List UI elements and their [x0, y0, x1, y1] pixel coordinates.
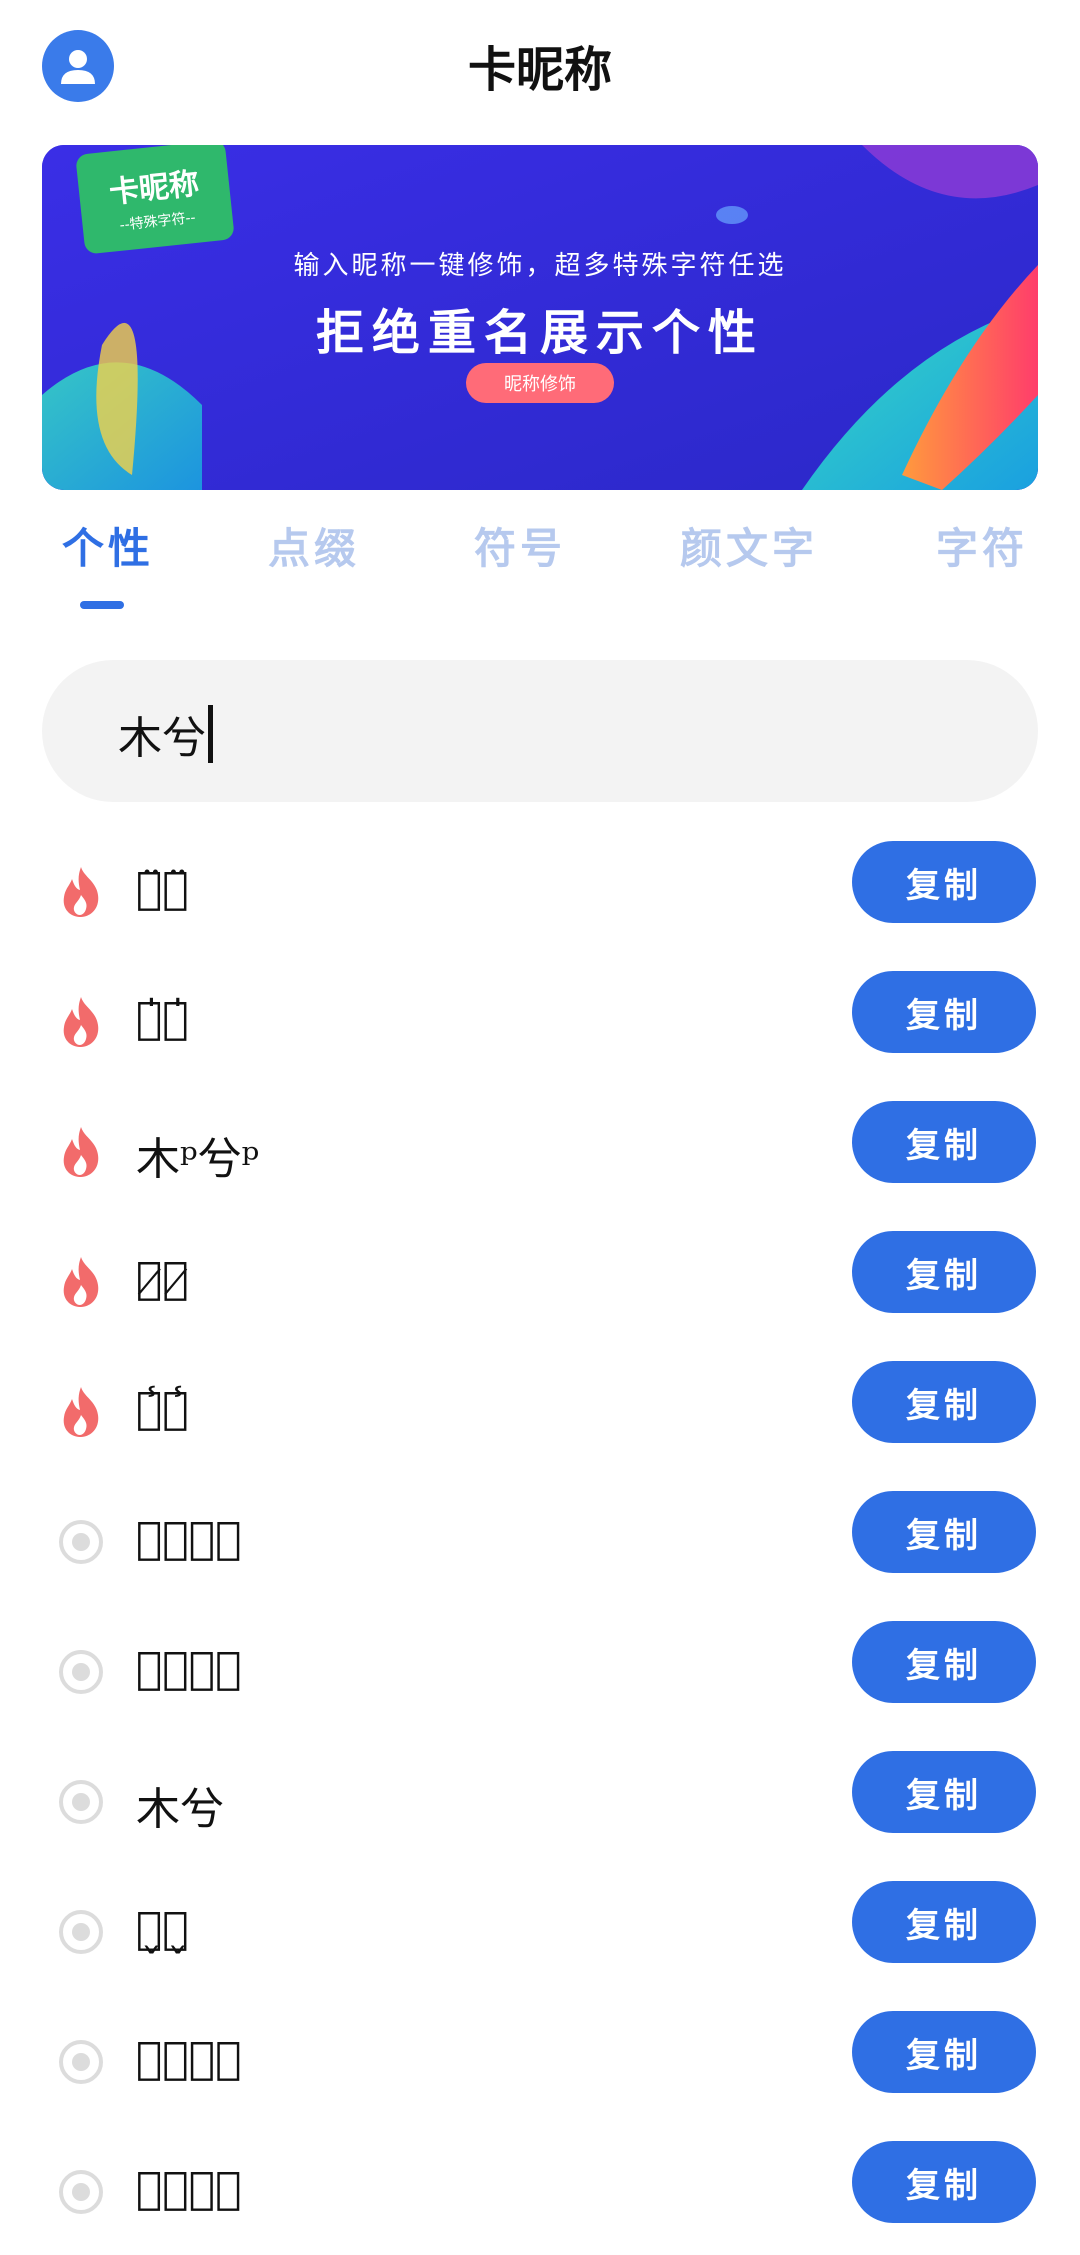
list-item: 木ᵖ兮ᵖ 复制 [0, 1085, 1080, 1215]
radio-icon [56, 1645, 106, 1699]
copy-button[interactable]: 复制 [852, 1491, 1036, 1573]
nickname-result-text: 木̍兮̍ [136, 993, 189, 1044]
category-tabs: 个性 点缀 符号 颜文字 字符 [0, 515, 1080, 615]
list-item: 木͏兮͏ 复制 [0, 1735, 1080, 1865]
copy-button[interactable]: 复制 [852, 1751, 1036, 1833]
tab-personality[interactable]: 个性 [62, 515, 154, 576]
copy-button[interactable]: 复制 [852, 1361, 1036, 1443]
page-title: 卡昵称 [467, 42, 612, 98]
flame-icon [56, 865, 106, 919]
nickname-result-text: 木ͯ兮ͯ [136, 1513, 242, 1564]
flame-icon [56, 1385, 106, 1439]
nickname-result-text: 木͏兮͏ [136, 1784, 224, 1835]
list-item: 木ͅ兮ͅ 复制 [0, 1995, 1080, 2125]
banner-headline: 拒绝重名展示个性 [315, 305, 764, 361]
badge-title: 卡昵称 [107, 166, 201, 211]
nickname-result-text: 木̈兮̈ [136, 863, 189, 914]
radio-icon [56, 2165, 106, 2219]
tab-characters[interactable]: 字符 [936, 515, 1028, 576]
tab-kaomoji[interactable]: 颜文字 [680, 515, 818, 576]
nickname-input-value: 木兮 [118, 713, 206, 764]
nickname-result-text: 木͜兮͜ [136, 1643, 242, 1694]
list-item: 木̾兮̾ 复制 [0, 1345, 1080, 1475]
nickname-result-text: 木̷兮̷ [136, 1253, 189, 1304]
list-item: 木̈兮̈ 复制 [0, 825, 1080, 955]
radio-icon [56, 2035, 106, 2089]
list-item: 木̍兮̍ 复制 [0, 955, 1080, 1085]
nickname-result-text: 木ͅ兮ͅ [136, 2033, 242, 2084]
promo-banner[interactable]: 卡昵称 --特殊字符-- 输入昵称一键修饰，超多特殊字符任选 拒绝重名展示个性 … [42, 145, 1038, 490]
radio-icon [56, 1905, 106, 1959]
tab-symbols[interactable]: 符号 [474, 515, 566, 576]
banner-badge: 卡昵称 --特殊字符-- [75, 145, 235, 255]
radio-icon [56, 1515, 106, 1569]
list-item: 木̷兮̷ 复制 [0, 1215, 1080, 1345]
nickname-result-text: 木̾兮̾ [136, 1383, 189, 1434]
copy-button[interactable]: 复制 [852, 2141, 1036, 2223]
list-item: 木͜兮͜ 复制 [0, 1605, 1080, 1735]
copy-button[interactable]: 复制 [852, 1621, 1036, 1703]
active-tab-indicator [80, 601, 124, 609]
nickname-result-text: 木̬兮̬ [136, 1903, 189, 1954]
flame-icon [56, 1125, 106, 1179]
banner-button[interactable]: 昵称修饰 [466, 363, 614, 403]
copy-button[interactable]: 复制 [852, 1101, 1036, 1183]
list-item: 木ͅ兮ͅ 复制 [0, 2125, 1080, 2255]
copy-button[interactable]: 复制 [852, 841, 1036, 923]
banner-subtitle: 输入昵称一键修饰，超多特殊字符任选 [293, 251, 787, 281]
nickname-result-text: 木ᵖ兮ᵖ [136, 1134, 260, 1185]
radio-icon [56, 1775, 106, 1829]
copy-button[interactable]: 复制 [852, 2011, 1036, 2093]
tab-decoration[interactable]: 点缀 [268, 515, 360, 576]
copy-button[interactable]: 复制 [852, 1881, 1036, 1963]
copy-button[interactable]: 复制 [852, 1231, 1036, 1313]
badge-subtitle: --特殊字符-- [118, 209, 197, 234]
flame-icon [56, 1255, 106, 1309]
flame-icon [56, 995, 106, 1049]
text-caret [208, 705, 213, 763]
list-item: 木̬兮̬ 复制 [0, 1865, 1080, 1995]
copy-button[interactable]: 复制 [852, 971, 1036, 1053]
nickname-result-text: 木ͅ兮ͅ [136, 2163, 242, 2214]
list-item: 木ͯ兮ͯ 复制 [0, 1475, 1080, 1605]
header: 卡昵称 [0, 0, 1080, 135]
nickname-input[interactable]: 木兮 [42, 660, 1038, 802]
